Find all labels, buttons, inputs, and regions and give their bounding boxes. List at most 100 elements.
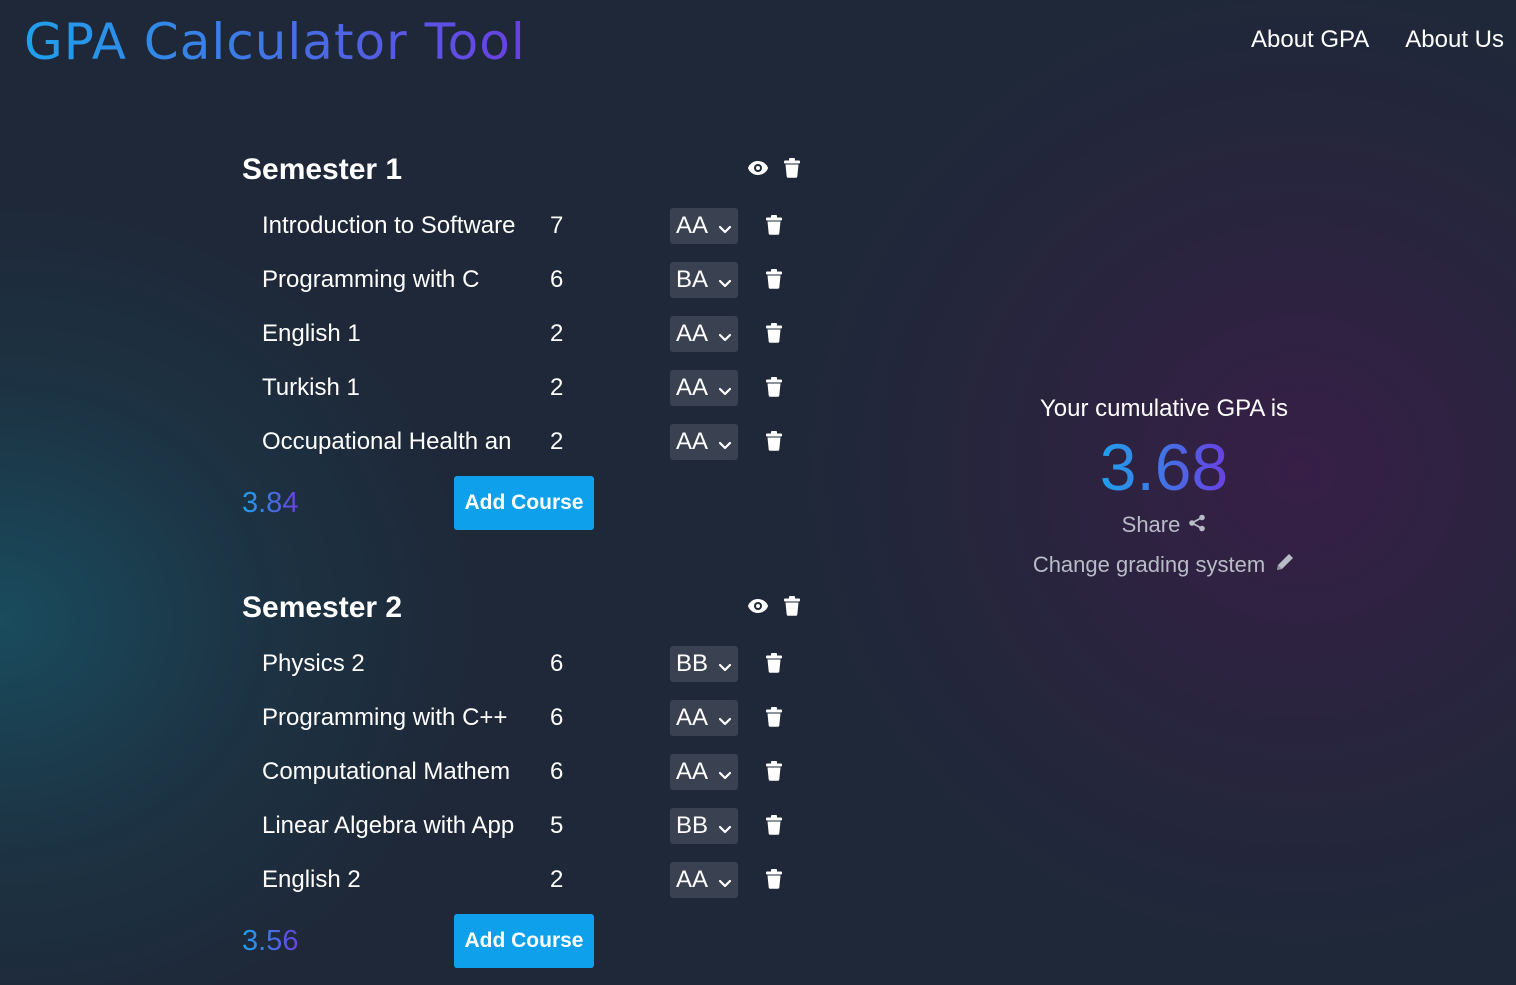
pencil-icon [1275,550,1295,580]
trash-icon[interactable] [765,215,783,235]
cumulative-gpa-value: 3.68 [1099,430,1229,504]
course-name-input[interactable]: Computational Mathem [262,754,528,790]
grade-value: AA [676,866,709,893]
grade-select[interactable]: AA [670,862,738,898]
chevron-down-icon [718,328,732,347]
grade-value: BB [676,650,709,677]
grade-value: AA [676,212,709,239]
course-row: Physics 2 6 BB [242,646,812,700]
course-name-input[interactable]: Introduction to Software [262,208,528,244]
course-credit-input[interactable]: 2 [550,424,563,460]
grade-select[interactable]: AA [670,370,738,406]
change-grading-label: Change grading system [1032,552,1266,577]
course-list: Physics 2 6 BB Programming with C++ 6 AA… [242,646,812,916]
cumulative-summary: Your cumulative GPA is 3.68 Share Change… [1004,392,1324,580]
semester-card: Semester 2 Physics 2 6 BB Programming wi… [242,588,812,968]
grade-select[interactable]: AA [670,700,738,736]
top-nav: About GPA About Us [1251,26,1504,54]
course-name-input[interactable]: Physics 2 [262,646,528,682]
trash-icon[interactable] [765,707,783,727]
semester-actions [747,596,801,616]
chevron-down-icon [718,766,732,785]
course-credit-input[interactable]: 6 [550,700,563,736]
semester-title: Semester 1 [242,153,403,186]
trash-icon[interactable] [783,158,801,178]
course-credit-input[interactable]: 6 [550,646,563,682]
grade-value: AA [676,320,709,347]
chevron-down-icon [718,382,732,401]
course-row: Turkish 1 2 AA [242,370,812,424]
chevron-down-icon [718,874,732,893]
course-credit-input[interactable]: 2 [550,862,563,898]
grade-select[interactable]: BB [670,808,738,844]
trash-icon[interactable] [765,269,783,289]
course-row: Programming with C++ 6 AA [242,700,812,754]
course-row: Linear Algebra with App 5 BB [242,808,812,862]
share-label: Share [1121,512,1181,537]
chevron-down-icon [718,436,732,455]
share-icon [1188,510,1206,540]
grade-value: AA [676,428,709,455]
semester-header: Semester 1 [242,150,812,190]
semester-card: Semester 1 Introduction to Software 7 AA… [242,150,812,530]
course-credit-input[interactable]: 7 [550,208,563,244]
grade-value: BA [676,266,709,293]
course-row: Occupational Health an 2 AA [242,424,812,478]
course-credit-input[interactable]: 6 [550,262,563,298]
trash-icon[interactable] [765,377,783,397]
course-name-input[interactable]: English 2 [262,862,528,898]
grade-value: AA [676,758,709,785]
grade-select[interactable]: AA [670,316,738,352]
chevron-down-icon [718,820,732,839]
nav-about-gpa[interactable]: About GPA [1251,26,1369,54]
grade-select[interactable]: AA [670,208,738,244]
grade-value: AA [676,374,709,401]
grade-select[interactable]: AA [670,424,738,460]
course-credit-input[interactable]: 5 [550,808,563,844]
semester-gpa: 3.84 [242,487,299,519]
course-row: English 2 2 AA [242,862,812,916]
course-row: English 1 2 AA [242,316,812,370]
grade-select[interactable]: BA [670,262,738,298]
trash-icon[interactable] [765,869,783,889]
chevron-down-icon [718,712,732,731]
share-button[interactable]: Share [1122,510,1207,540]
course-name-input[interactable]: Occupational Health an [262,424,528,460]
course-name-input[interactable]: Turkish 1 [262,370,528,406]
nav-about-us[interactable]: About Us [1405,26,1504,54]
trash-icon[interactable] [765,653,783,673]
cumulative-gpa-label: Your cumulative GPA is [1039,395,1289,422]
trash-icon[interactable] [765,323,783,343]
header: GPA Calculator Tool About GPA About Us [0,0,1516,84]
app-title: GPA Calculator Tool [24,13,526,71]
semester-gpa: 3.56 [242,925,299,957]
course-credit-input[interactable]: 2 [550,316,563,352]
add-course-button[interactable]: Add Course [454,476,594,530]
course-row: Introduction to Software 7 AA [242,208,812,262]
chevron-down-icon [718,658,732,677]
trash-icon[interactable] [783,596,801,616]
course-list: Introduction to Software 7 AA Programmin… [242,208,812,478]
course-credit-input[interactable]: 6 [550,754,563,790]
eye-icon[interactable] [747,160,769,176]
add-course-button[interactable]: Add Course [454,914,594,968]
trash-icon[interactable] [765,761,783,781]
eye-icon[interactable] [747,598,769,614]
course-name-input[interactable]: Programming with C [262,262,528,298]
semester-footer: 3.84 Add Course [242,476,812,530]
course-name-input[interactable]: Linear Algebra with App [262,808,528,844]
course-row: Computational Mathem 6 AA [242,754,812,808]
change-grading-system-button[interactable]: Change grading system [1033,550,1295,580]
grade-value: BB [676,812,709,839]
trash-icon[interactable] [765,815,783,835]
trash-icon[interactable] [765,431,783,451]
course-row: Programming with C 6 BA [242,262,812,316]
course-credit-input[interactable]: 2 [550,370,563,406]
chevron-down-icon [718,220,732,239]
grade-select[interactable]: BB [670,646,738,682]
course-name-input[interactable]: English 1 [262,316,528,352]
course-name-input[interactable]: Programming with C++ [262,700,528,736]
semester-header: Semester 2 [242,588,812,628]
grade-select[interactable]: AA [670,754,738,790]
chevron-down-icon [718,274,732,293]
